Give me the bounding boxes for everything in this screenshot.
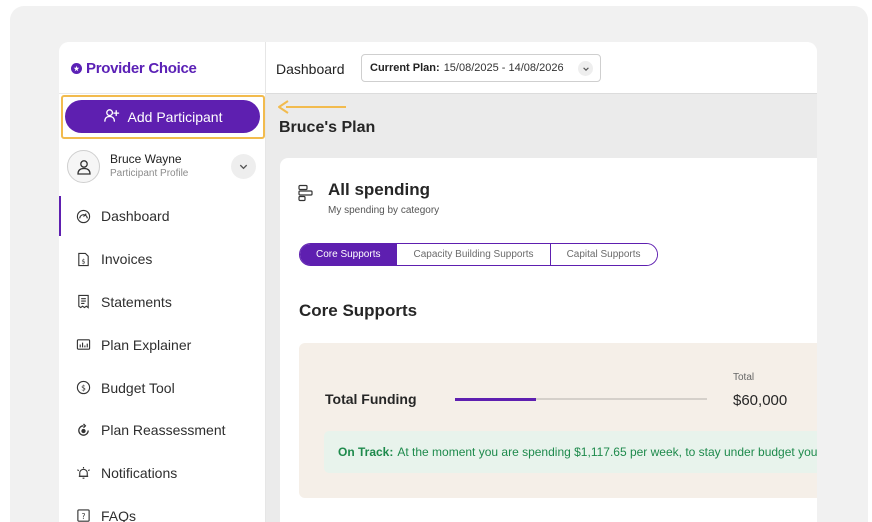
dollar-icon: $: [76, 380, 91, 395]
tab-core-supports[interactable]: Core Supports: [300, 244, 398, 265]
chart-icon: [76, 339, 91, 351]
sidebar-item-label: Dashboard: [101, 208, 170, 225]
sidebar-item-plan-explainer[interactable]: Plan Explainer: [59, 323, 266, 366]
sidebar-item-label: Invoices: [101, 251, 153, 268]
main-content: Bruce's Plan All spending My spending by…: [266, 94, 817, 522]
sidebar-item-budget-tool[interactable]: $ Budget Tool: [59, 366, 266, 409]
spending-card: All spending My spending by category Cor…: [280, 158, 817, 522]
status-message: At the moment you are spending $1,117.65…: [397, 445, 817, 459]
sidebar-nav: Dashboard $ Invoices Statements Plan Exp…: [59, 195, 266, 522]
participant-profile[interactable]: Bruce Wayne Participant Profile: [67, 148, 257, 184]
add-participant-button[interactable]: Add Participant: [65, 100, 260, 133]
total-value: $60,000: [733, 392, 788, 409]
sidebar-item-notifications[interactable]: Notifications: [59, 452, 266, 495]
svg-text:$: $: [81, 383, 86, 392]
funding-panel: Total Funding Total $60,000 On Track: At…: [299, 343, 817, 498]
sidebar-item-plan-reassessment[interactable]: Plan Reassessment: [59, 409, 266, 452]
funding-label: Total Funding: [325, 391, 417, 407]
bell-icon: [77, 466, 90, 479]
plan-value: 15/08/2025 - 14/08/2026: [443, 62, 564, 74]
sidebar-divider: [59, 93, 266, 94]
sidebar-item-label: Plan Reassessment: [101, 422, 226, 439]
funding-progress-bar: [455, 397, 707, 401]
sidebar: Provider Choice Add Participant Bruce Wa…: [59, 42, 266, 522]
statement-icon: [78, 295, 89, 310]
section-title: Core Supports: [299, 301, 418, 320]
sidebar-item-label: Plan Explainer: [101, 336, 192, 353]
sidebar-item-invoices[interactable]: $ Invoices: [59, 238, 266, 281]
status-banner: On Track: At the moment you are spending…: [324, 431, 817, 473]
invoice-icon: $: [78, 252, 89, 266]
add-participant-label: Add Participant: [127, 108, 223, 125]
svg-text:$: $: [81, 257, 85, 265]
top-bar: Dashboard Current Plan: 15/08/2025 - 14/…: [266, 42, 817, 94]
sidebar-item-dashboard[interactable]: Dashboard: [59, 195, 266, 238]
chevron-down-icon: [578, 61, 593, 76]
avatar: [67, 150, 100, 183]
sidebar-item-statements[interactable]: Statements: [59, 281, 266, 324]
tab-capital-supports[interactable]: Capital Supports: [550, 244, 657, 265]
sidebar-item-label: FAQs: [101, 507, 137, 522]
faq-icon: ?: [77, 509, 90, 522]
spending-tabs: Core Supports Capacity Building Supports…: [299, 243, 658, 266]
funding-progress-fill: [455, 397, 536, 401]
app-window: Provider Choice Add Participant Bruce Wa…: [59, 42, 817, 522]
user-icon: [76, 159, 91, 175]
reassess-icon: [78, 423, 89, 436]
page-title: Dashboard: [276, 61, 345, 77]
add-user-icon: [103, 107, 120, 127]
gauge-icon: [76, 209, 91, 224]
brand-name: Provider Choice: [86, 60, 197, 77]
profile-name: Bruce Wayne: [110, 152, 182, 166]
tab-capacity-building-supports[interactable]: Capacity Building Supports: [397, 244, 551, 265]
profile-subtitle: Participant Profile: [110, 168, 189, 179]
current-plan-select[interactable]: Current Plan: 15/08/2025 - 14/08/2026: [361, 54, 601, 82]
svg-text:?: ?: [82, 512, 86, 521]
logo-mark-icon: [71, 63, 82, 74]
sidebar-item-label: Budget Tool: [101, 379, 175, 396]
chevron-down-icon: [239, 164, 248, 170]
sidebar-item-label: Statements: [101, 293, 172, 310]
profile-dropdown-button[interactable]: [231, 154, 256, 179]
total-label: Total: [733, 372, 755, 383]
status-label: On Track:: [338, 445, 394, 459]
spending-list-icon: [298, 184, 313, 202]
brand-logo[interactable]: Provider Choice: [71, 60, 197, 77]
plan-label: Current Plan:: [370, 62, 440, 74]
sidebar-item-label: Notifications: [101, 465, 178, 482]
sidebar-item-faqs[interactable]: ? FAQs: [59, 495, 266, 522]
spending-title: All spending: [328, 180, 430, 199]
spending-subtitle: My spending by category: [328, 205, 440, 216]
plan-title: Bruce's Plan: [279, 119, 376, 136]
arrow-left-icon: [278, 100, 346, 114]
